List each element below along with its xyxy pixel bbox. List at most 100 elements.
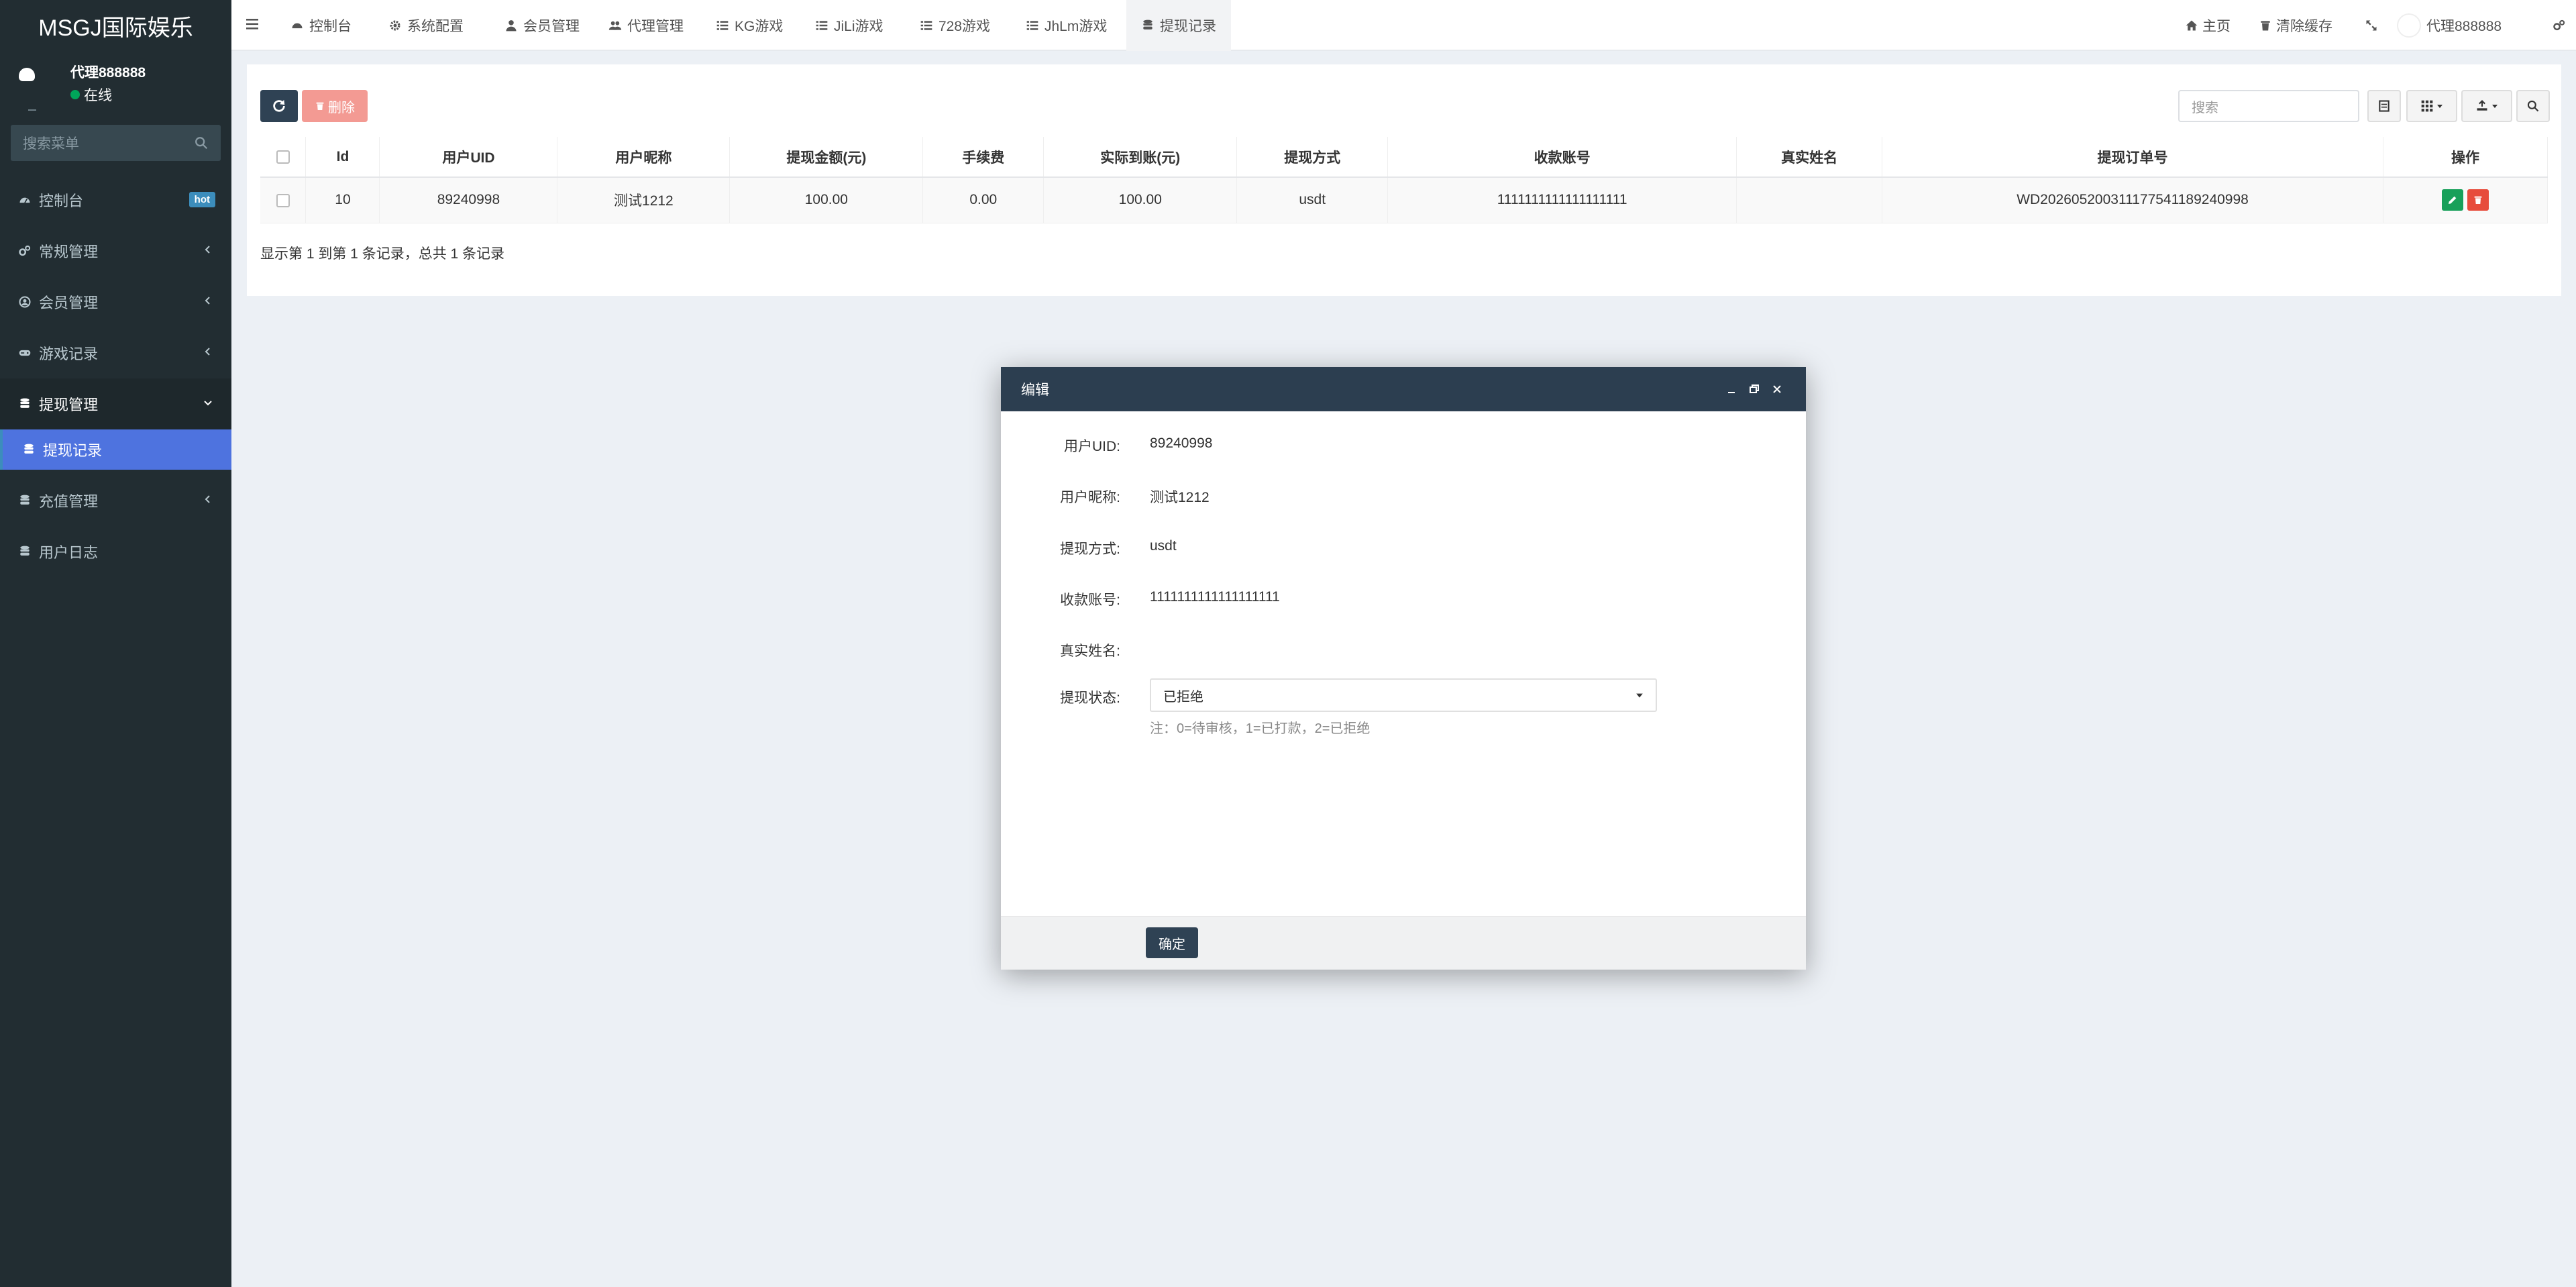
restore-icon[interactable] (1747, 382, 1762, 397)
tab-jili-games[interactable]: JiLi游戏 (800, 0, 898, 51)
cell-amount: 100.00 (729, 177, 924, 223)
cell-nickname: 测试1212 (557, 177, 731, 223)
sidebar-item-label: 提现管理 (39, 397, 99, 413)
tab-dashboard[interactable]: 控制台 (276, 0, 366, 51)
cogs-icon (2553, 19, 2565, 31)
chevron-left-icon (205, 297, 210, 305)
refresh-button[interactable] (260, 90, 298, 122)
user-name: 代理888888 (70, 65, 146, 81)
list-icon (1026, 21, 1038, 30)
settings-button[interactable] (2553, 0, 2570, 51)
status-select[interactable]: 已拒绝 (1150, 678, 1657, 712)
col-method[interactable]: 提现方式 (1236, 137, 1389, 178)
col-actions: 操作 (2383, 137, 2548, 178)
clear-cache-label: 清除缓存 (2276, 19, 2332, 34)
fullscreen-icon (2366, 20, 2377, 31)
dialog-titlebar[interactable]: 编辑 (1001, 367, 1806, 411)
method-value: usdt (1150, 538, 1177, 554)
method-label: 提现方式: (1060, 542, 1120, 557)
brand-logo[interactable]: MSGJ国际娱乐 (0, 0, 231, 51)
col-order[interactable]: 提现订单号 (1882, 137, 2383, 178)
grid-icon (2421, 100, 2433, 112)
sidebar-item-label: 会员管理 (39, 295, 99, 311)
select-all-checkbox[interactable] (276, 150, 290, 164)
withdraw-table: Id 用户UID 用户昵称 提现金额(元) 手续费 实际到账(元) 提现方式 收… (260, 137, 2548, 223)
tab-withdraw-records[interactable]: 提现记录 (1126, 0, 1231, 51)
user-menu[interactable]: 代理888888 (2397, 0, 2502, 51)
sidebar-item-label: 充值管理 (39, 493, 99, 510)
status-hint: 注：0=待审核，1=已打款，2=已拒绝 (1150, 721, 1371, 736)
sidebar: MSGJ国际娱乐 代理888888 在线 搜索菜单 控制台 hot 常规管理 会 (0, 0, 231, 1287)
home-label: 主页 (2202, 19, 2231, 34)
delete-label: 删除 (328, 100, 355, 115)
edit-button[interactable] (2441, 189, 2463, 211)
clear-cache-button[interactable]: 清除缓存 (2259, 0, 2332, 51)
gear-icon (390, 20, 400, 31)
database-icon (21, 442, 36, 457)
delete-button[interactable]: 删除 (302, 90, 368, 122)
col-amount[interactable]: 提现金额(元) (729, 137, 924, 178)
sidebar-search-input[interactable]: 搜索菜单 (11, 125, 221, 161)
sidebar-item-user-log[interactable]: 用户日志 (0, 526, 231, 577)
fullscreen-button[interactable] (2365, 0, 2382, 51)
search-button[interactable] (2516, 90, 2550, 122)
table-row[interactable]: 10 89240998 测试1212 100.00 0.00 100.00 us… (260, 177, 2548, 223)
uid-value: 89240998 (1150, 435, 1213, 451)
sidebar-item-withdraw-mgmt[interactable]: 提现管理 (0, 378, 231, 429)
status-text: 在线 (84, 88, 112, 103)
columns-dropdown-button[interactable] (2406, 90, 2457, 122)
cell-actual: 100.00 (1043, 177, 1238, 223)
minimize-icon[interactable] (1724, 382, 1739, 397)
sidebar-item-label: 提现记录 (43, 442, 103, 459)
tab-label: 系统配置 (407, 19, 464, 34)
online-dot-icon (70, 90, 80, 99)
cell-uid: 89240998 (379, 177, 558, 223)
cell-actions (2383, 177, 2548, 223)
tab-agents[interactable]: 代理管理 (594, 0, 698, 51)
dashboard-icon (292, 23, 303, 29)
caret-down-icon (1636, 693, 1643, 698)
caret-down-icon (2437, 105, 2443, 108)
sidebar-item-dashboard[interactable]: 控制台 hot (0, 174, 231, 225)
col-fee[interactable]: 手续费 (922, 137, 1044, 178)
col-account[interactable]: 收款账号 (1387, 137, 1737, 178)
toggle-view-button[interactable] (2367, 90, 2401, 122)
tab-kg-games[interactable]: KG游戏 (701, 0, 798, 51)
close-icon[interactable] (1770, 382, 1784, 397)
status-selected-value: 已拒绝 (1163, 689, 1203, 705)
avatar (2397, 13, 2421, 38)
col-id[interactable]: Id (305, 137, 380, 178)
tab-label: 提现记录 (1160, 19, 1216, 34)
col-realname[interactable]: 真实姓名 (1736, 137, 1883, 178)
sidebar-item-members[interactable]: 会员管理 (0, 276, 231, 327)
row-delete-button[interactable] (2467, 189, 2489, 211)
col-actual[interactable]: 实际到账(元) (1043, 137, 1238, 178)
table-search-input[interactable]: 搜索 (2178, 90, 2359, 122)
col-nickname[interactable]: 用户昵称 (557, 137, 731, 178)
pagination-info: 显示第 1 到第 1 条记录，总共 1 条记录 (260, 246, 505, 262)
user-panel: 代理888888 在线 (0, 51, 231, 118)
row-checkbox[interactable] (276, 193, 290, 207)
gamepad-icon (17, 346, 32, 360)
tab-system-config[interactable]: 系统配置 (374, 0, 478, 51)
sidebar-item-game-records[interactable]: 游戏记录 (0, 327, 231, 378)
tab-728-games[interactable]: 728游戏 (905, 0, 1005, 51)
sidebar-item-recharge-mgmt[interactable]: 充值管理 (0, 475, 231, 526)
sidebar-item-withdraw-records[interactable]: 提现记录 (0, 429, 231, 470)
dialog-footer: 确定 (1001, 916, 1806, 970)
tab-label: 控制台 (309, 19, 352, 34)
tab-jhlm-games[interactable]: JhLm游戏 (1011, 0, 1122, 51)
database-icon (17, 493, 32, 508)
sidebar-item-general[interactable]: 常规管理 (0, 225, 231, 276)
confirm-button[interactable]: 确定 (1146, 927, 1198, 958)
menu-toggle-icon[interactable] (245, 17, 262, 32)
export-dropdown-button[interactable] (2461, 90, 2512, 122)
trash-icon (2261, 21, 2270, 31)
sidebar-menu: 控制台 hot 常规管理 会员管理 游戏记录 提现管理 提现记录 充值管理 用户… (0, 174, 231, 577)
home-link[interactable]: 主页 (2185, 0, 2231, 51)
col-uid[interactable]: 用户UID (379, 137, 558, 178)
hot-badge: hot (189, 192, 215, 207)
tab-members[interactable]: 会员管理 (490, 0, 594, 51)
tab-label: 728游戏 (938, 19, 991, 34)
chevron-down-icon (204, 401, 212, 406)
